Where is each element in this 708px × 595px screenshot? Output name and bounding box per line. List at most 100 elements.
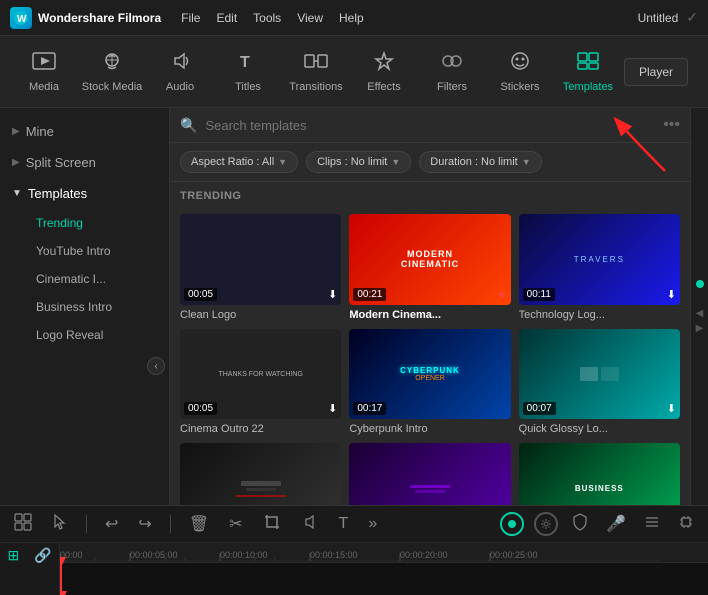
template-name-5: Cyberpunk Intro — [349, 423, 510, 435]
timeline-redo-button[interactable]: ↪ — [134, 512, 155, 536]
menu-view[interactable]: View — [297, 11, 323, 25]
sidebar: ▶ Mine ▶ Split Screen ▼ Templates Trendi… — [0, 108, 170, 505]
timeline-list-button[interactable] — [640, 512, 664, 537]
toolbar-titles[interactable]: T Titles — [214, 38, 282, 106]
template-card-3[interactable]: TRAVERS 00:11 ⬇ Technology Log... — [519, 214, 680, 321]
timeline-grid-button[interactable] — [10, 511, 36, 538]
sidebar-item-mine[interactable]: ▶ Mine — [0, 116, 169, 147]
menu-file[interactable]: File — [181, 11, 200, 25]
timeline-scissors-button[interactable]: ✂ — [225, 512, 246, 536]
toolbar-stock-media[interactable]: Stock Media — [78, 38, 146, 106]
bottom-bar: ↩ ↪ 🗑 ✂ T » 🎤 — [0, 505, 708, 595]
menu-bar: File Edit Tools View Help — [181, 11, 637, 25]
right-panel-dot-active[interactable] — [696, 280, 704, 288]
timeline-more-button[interactable]: » — [364, 513, 381, 535]
toolbar-media[interactable]: Media — [10, 38, 78, 106]
toolbar-templates[interactable]: Templates — [554, 38, 622, 106]
template-thumb-8: 00:05 — [349, 443, 510, 505]
sidebar-sub-cinematic[interactable]: Cinematic I... — [24, 265, 169, 293]
effects-icon — [372, 51, 396, 77]
timeline-audio-button[interactable] — [297, 511, 323, 538]
stickers-icon — [508, 51, 532, 77]
search-input[interactable] — [205, 118, 655, 133]
timeline-text-button[interactable]: T — [335, 513, 353, 535]
template-dl-4: ⬇ — [328, 402, 337, 415]
scroll-down-icon[interactable]: ▶ — [696, 323, 704, 334]
template-card-2[interactable]: MODERN CINEMATIC 00:21 ★ Modern Cinema..… — [349, 214, 510, 321]
duration-filter[interactable]: Duration : No limit ▼ — [419, 151, 541, 173]
template-duration-3: 00:11 — [523, 288, 555, 301]
more-options-button[interactable]: ••• — [663, 116, 680, 134]
search-bar: 🔍 ••• — [170, 108, 690, 143]
media-icon — [32, 51, 56, 77]
timeline-mic-button[interactable]: 🎤 — [602, 512, 630, 536]
menu-edit[interactable]: Edit — [216, 11, 237, 25]
template-dl-3: ⬇ — [667, 288, 676, 301]
timeline-track[interactable] — [60, 563, 708, 595]
mine-arrow-icon: ▶ — [12, 126, 20, 137]
timeline-toolbar: ↩ ↪ 🗑 ✂ T » 🎤 — [0, 506, 708, 543]
template-duration-1: 00:05 — [184, 288, 217, 301]
toolbar-transitions[interactable]: Transitions — [282, 38, 350, 106]
timeline-shield-button[interactable] — [568, 511, 592, 538]
template-duration-4: 00:05 — [184, 402, 217, 415]
template-card-8[interactable]: 00:05 Electronic Equip... — [349, 443, 510, 505]
toolbar-effects[interactable]: Effects — [350, 38, 418, 106]
template-card-1[interactable]: 00:05 ⬇ Clean Logo — [180, 214, 341, 321]
stickers-label: Stickers — [500, 81, 539, 93]
player-button[interactable]: Player — [624, 58, 688, 86]
sidebar-sub-trending[interactable]: Trending — [24, 209, 169, 237]
template-name-2: Modern Cinema... — [349, 309, 510, 321]
template-thumb-1: 00:05 ⬇ — [180, 214, 341, 305]
template-duration-6: 00:07 — [523, 402, 556, 415]
svg-text:W: W — [17, 14, 27, 25]
transitions-icon — [304, 51, 328, 77]
section-label: TRENDING — [170, 182, 690, 206]
templates-icon — [576, 51, 600, 77]
template-thumb-7 — [180, 443, 341, 505]
right-panel-arrows[interactable]: ◀ ▶ — [696, 308, 704, 334]
clips-filter[interactable]: Clips : No limit ▼ — [306, 151, 411, 173]
timeline-track-grid-icon[interactable]: ⊞ — [7, 547, 19, 564]
project-title: Untitled — [638, 11, 679, 25]
template-card-5[interactable]: CYBERPUNK OPENER 00:17 Cyberpunk Intro — [349, 329, 510, 436]
timeline-cursor-button[interactable] — [48, 511, 72, 538]
timeline-settings-button[interactable] — [534, 512, 558, 536]
timeline-link-icon[interactable]: 🔗 — [34, 547, 51, 564]
scroll-up-icon[interactable]: ◀ — [696, 308, 704, 319]
toolbar-stickers[interactable]: Stickers — [486, 38, 554, 106]
content-wrapper: 🔍 ••• Aspect Ratio : All ▼ Clips : No li… — [170, 108, 708, 505]
timeline-cpu-button[interactable] — [674, 512, 698, 537]
template-card-9[interactable]: BUSINESS 00:24 Internet Business... — [519, 443, 680, 505]
timeline-ruler: 00:00 00:00:05:00 00:00:10:00 00:00:15:0… — [60, 543, 708, 563]
sidebar-sub-logo-reveal[interactable]: Logo Reveal — [24, 321, 169, 349]
menu-help[interactable]: Help — [339, 11, 364, 25]
template-name-4: Cinema Outro 22 — [180, 423, 341, 435]
timeline-record-button[interactable] — [500, 512, 524, 536]
timeline-right-icons: 🎤 — [500, 511, 698, 538]
toolbar-audio[interactable]: Audio — [146, 38, 214, 106]
sidebar-sub-youtube-intro[interactable]: YouTube Intro — [24, 237, 169, 265]
timeline-delete-button[interactable]: 🗑 — [185, 512, 213, 536]
template-card-4[interactable]: THANKS FOR WATCHING 00:05 ⬇ Cinema Outro… — [180, 329, 341, 436]
stock-media-icon — [100, 51, 124, 77]
template-card-7[interactable]: Glitch Logo Rev... — [180, 443, 341, 505]
sidebar-templates-label: Templates — [28, 186, 87, 201]
toolbar: Media Stock Media Audio T Titles Transit… — [0, 36, 708, 108]
sidebar-item-split-screen[interactable]: ▶ Split Screen — [0, 147, 169, 178]
aspect-ratio-filter[interactable]: Aspect Ratio : All ▼ — [180, 151, 298, 173]
templates-label: Templates — [563, 81, 613, 93]
sidebar-item-templates[interactable]: ▼ Templates — [0, 178, 169, 209]
right-panel: ◀ ▶ — [690, 108, 708, 505]
timeline-playhead — [60, 563, 62, 595]
timeline-undo-button[interactable]: ↩ — [101, 512, 122, 536]
audio-icon — [168, 51, 192, 77]
app-logo: W Wondershare Filmora — [10, 7, 161, 29]
menu-tools[interactable]: Tools — [253, 11, 281, 25]
template-duration-5: 00:17 — [353, 402, 386, 415]
template-card-6[interactable]: 00:07 ⬇ Quick Glossy Lo... — [519, 329, 680, 436]
sidebar-sub-business-intro[interactable]: Business Intro — [24, 293, 169, 321]
sidebar-collapse-button[interactable]: ‹ — [147, 357, 165, 375]
timeline-crop-button[interactable] — [259, 511, 285, 538]
toolbar-filters[interactable]: Filters — [418, 38, 486, 106]
